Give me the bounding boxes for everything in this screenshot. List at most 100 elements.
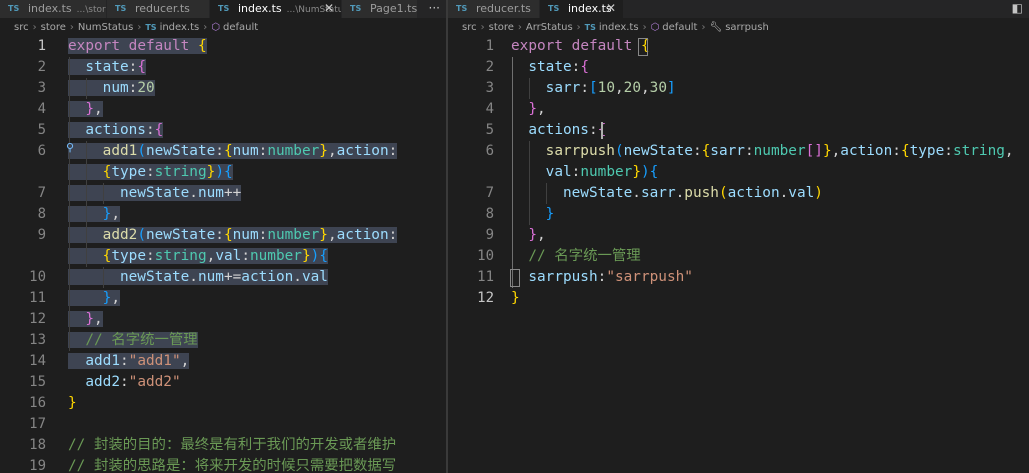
close-icon[interactable]: ✕ [324, 0, 334, 17]
code-area[interactable]: 1 export default {2 state:{3 sarr:[10,20,… [448, 36, 1029, 473]
breadcrumb-item[interactable]: store [41, 22, 66, 33]
breadcrumb-item[interactable]: index.ts [599, 22, 639, 33]
code-line[interactable]: 12 }, [0, 309, 446, 330]
code-line[interactable]: 3 num:20 [0, 78, 446, 99]
code-line[interactable]: 19 // 封装的思路是：将来开发的时候只需要把数据写 [0, 456, 446, 473]
tab-page1[interactable]: TS Page1.tsx [342, 0, 418, 18]
breadcrumb-item[interactable]: index.ts [160, 22, 200, 33]
code-text[interactable]: state:{ [511, 57, 1029, 78]
breadcrumb-item[interactable]: src [14, 22, 29, 33]
left-editor-pane[interactable]: TS index.ts ...\store TS reducer.ts TS in… [0, 0, 446, 473]
code-text[interactable]: add1:"add1", [68, 351, 446, 372]
code-text[interactable]: export default { [68, 36, 446, 57]
breadcrumb-item[interactable]: default [223, 22, 258, 33]
code-area[interactable]: 1 export default {2 state:{3 num:20 4 }, 5 … [0, 36, 446, 473]
code-text[interactable]: }, [511, 225, 1029, 246]
code-line[interactable]: 17 [0, 414, 446, 435]
code-line[interactable]: 9 add2(newState:{num:number},action: [0, 225, 446, 246]
code-line[interactable]: 15 add2:"add2" [0, 372, 446, 393]
code-line[interactable]: 6 sarrpush(newState:{sarr:number[]},acti… [448, 141, 1029, 162]
line-number: 9 [37, 227, 46, 243]
code-text[interactable]: sarrpush:"sarrpush" [511, 267, 1029, 288]
tab-arrstatus-index[interactable]: TS index.ts ✕ [540, 0, 624, 18]
more-actions-icon[interactable]: ··· [429, 0, 440, 18]
code-text[interactable]: newState.sarr.push(action.val) [511, 183, 1029, 204]
breadcrumb-item[interactable]: sarrpush [725, 22, 769, 33]
code-text[interactable]: actions:{ [511, 120, 1029, 141]
breadcrumb-item[interactable]: default [662, 22, 697, 33]
code-text[interactable]: add2(newState:{num:number},action: [68, 225, 446, 246]
line-number: 7 [485, 185, 494, 201]
code-text[interactable]: actions:{ [68, 120, 446, 141]
right-editor-pane[interactable]: TS reducer.ts TS index.ts ✕ ◧ src › store ›… [448, 0, 1029, 473]
breadcrumb-item[interactable]: store [489, 22, 514, 33]
code-line[interactable]: 3 sarr:[10,20,30] [448, 78, 1029, 99]
code-line[interactable]: 11 }, [0, 288, 446, 309]
line-number: 8 [485, 206, 494, 222]
code-line[interactable]: 12} [448, 288, 1029, 309]
tab-reducer[interactable]: TS reducer.ts [448, 0, 540, 18]
code-line[interactable]: val:number}){ [448, 162, 1029, 183]
code-text[interactable]: val:number}){ [511, 162, 1029, 183]
code-line[interactable]: {type:string}){ [0, 162, 446, 183]
code-text[interactable]: num:20 [68, 78, 446, 99]
code-line[interactable]: 1 export default { [448, 36, 1029, 57]
split-editor-icon[interactable]: ◧ [1012, 0, 1023, 18]
code-line[interactable]: 1 export default { [0, 36, 446, 57]
code-text[interactable]: } [511, 288, 1029, 309]
close-icon[interactable]: ✕ [606, 0, 616, 17]
code-text[interactable]: }, [68, 99, 446, 120]
code-line[interactable]: 10 newState.num+=action.val [0, 267, 446, 288]
code-text[interactable]: newState.num++ [68, 183, 446, 204]
code-text[interactable]: // 封装的目的：最终是有利于我们的开发或者维护 [68, 435, 446, 456]
code-text[interactable]: {type:string,val:number}){ [68, 246, 446, 267]
code-text[interactable]: // 名字统一管理 [68, 330, 446, 351]
code-line[interactable]: 4 }, [0, 99, 446, 120]
breadcrumb-item[interactable]: ArrStatus [526, 22, 573, 33]
code-text[interactable]: }, [68, 309, 446, 330]
code-text[interactable]: sarr:[10,20,30] [511, 78, 1029, 99]
breadcrumb-item[interactable]: src [462, 22, 477, 33]
code-line[interactable]: 2 state:{ [0, 57, 446, 78]
code-line[interactable]: 16} [0, 393, 446, 414]
code-line[interactable]: 8 }, [0, 204, 446, 225]
code-line[interactable]: 4 }, [448, 99, 1029, 120]
tab-store-index[interactable]: TS index.ts ...\store [0, 0, 107, 18]
code-text[interactable]: }, [68, 288, 446, 309]
code-line[interactable]: 5 actions:{ [0, 120, 446, 141]
code-line[interactable]: 11 sarrpush:"sarrpush" [448, 267, 1029, 288]
code-line[interactable]: 13 // 名字统一管理 [0, 330, 446, 351]
code-text[interactable]: state:{ [68, 57, 446, 78]
code-line[interactable]: 10 // 名字统一管理 [448, 246, 1029, 267]
code-line[interactable]: {type:string,val:number}){ [0, 246, 446, 267]
code-line[interactable]: 2 state:{ [448, 57, 1029, 78]
tab-label: reducer.ts [476, 2, 531, 15]
line-number: 5 [37, 122, 46, 138]
line-number: 1 [485, 38, 494, 54]
code-text[interactable]: {type:string}){ [68, 162, 446, 183]
code-text[interactable]: add1(newState:{num:number},action: [68, 141, 446, 162]
code-text[interactable]: export default { [511, 36, 1029, 57]
code-text[interactable]: newState.num+=action.val [68, 267, 446, 288]
code-line[interactable]: 14 add1:"add1", [0, 351, 446, 372]
code-text[interactable]: }, [511, 99, 1029, 120]
right-tab-bar: TS reducer.ts TS index.ts ✕ ◧ [448, 0, 1029, 18]
code-line[interactable]: 8 } [448, 204, 1029, 225]
code-text[interactable]: } [68, 393, 446, 414]
tab-numstatus-index[interactable]: TS index.ts ...\NumStatus ✕ [210, 0, 342, 18]
code-text[interactable]: // 名字统一管理 [511, 246, 1029, 267]
code-line[interactable]: 9 }, [448, 225, 1029, 246]
chevron-right-icon: › [701, 22, 706, 33]
lightbulb-icon[interactable]: ⚲ [66, 141, 74, 154]
code-line[interactable]: 7 newState.sarr.push(action.val) [448, 183, 1029, 204]
code-line[interactable]: 5 actions:{ [448, 120, 1029, 141]
code-line[interactable]: 7 newState.num++ [0, 183, 446, 204]
code-text[interactable]: sarrpush(newState:{sarr:number[]},action… [511, 141, 1029, 162]
code-text[interactable]: // 封装的思路是：将来开发的时候只需要把数据写 [68, 456, 446, 473]
breadcrumb-item[interactable]: NumStatus [78, 22, 133, 33]
code-line[interactable]: 18 // 封装的目的：最终是有利于我们的开发或者维护 [0, 435, 446, 456]
code-text[interactable]: add2:"add2" [68, 372, 446, 393]
code-text[interactable]: }, [68, 204, 446, 225]
tab-reducer[interactable]: TS reducer.ts [107, 0, 210, 18]
code-text[interactable]: } [511, 204, 1029, 225]
